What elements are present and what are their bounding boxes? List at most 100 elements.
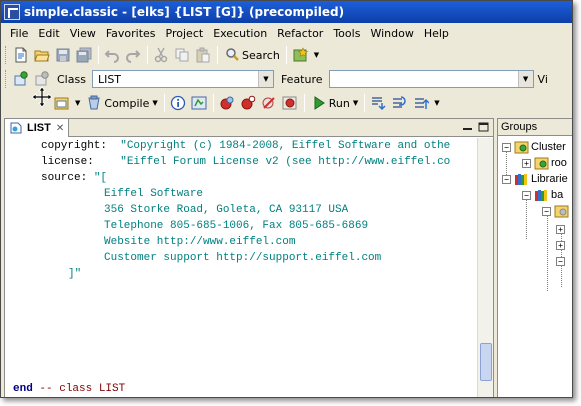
window-title: simple.classic - [elks] {LIST [G]} (prec… — [24, 5, 345, 19]
chevron-down-icon: ▼ — [313, 51, 320, 59]
step-into-button[interactable] — [368, 93, 388, 113]
menu-tools[interactable]: Tools — [328, 27, 365, 40]
chevron-down-icon[interactable]: ▼ — [517, 71, 533, 87]
run-label: Run — [328, 96, 350, 110]
cut-button[interactable] — [151, 45, 171, 65]
menu-refactor[interactable]: Refactor — [272, 27, 328, 40]
clear-breakpoints-button[interactable] — [259, 93, 279, 113]
code-line-source-text: 356 Storke Road, Goleta, CA 93117 USA — [104, 204, 349, 216]
class-combo-value[interactable]: LIST — [93, 73, 258, 86]
chevron-down-icon: ▼ — [152, 99, 158, 107]
cluster-view-button[interactable]: ▼ — [51, 95, 83, 111]
groups-tree[interactable]: − Cluster + roo − Librarie − ba − + + − — [498, 137, 572, 397]
info-button[interactable] — [168, 93, 188, 113]
step-into-icon — [372, 97, 386, 111]
run-button[interactable]: Run ▼ — [308, 95, 361, 111]
menu-file[interactable]: File — [5, 27, 33, 40]
feature-label: Feature — [280, 72, 323, 86]
step-out-button[interactable]: ▼ — [410, 95, 442, 111]
scrollbar-thumb[interactable] — [480, 343, 492, 381]
end-keyword: end — [13, 383, 33, 395]
tree-item-root[interactable]: + roo — [522, 155, 567, 171]
step-over-button[interactable] — [389, 93, 409, 113]
collapse-icon[interactable]: − — [502, 142, 511, 152]
redo-icon — [126, 50, 141, 63]
menu-project[interactable]: Project — [161, 27, 209, 40]
favorites-button[interactable]: ▼ — [290, 47, 322, 63]
code-line-source-end: ]" — [68, 268, 82, 280]
code-line-source: source: "[ — [41, 172, 107, 184]
title-bar[interactable]: simple.classic - [elks] {LIST [G]} (prec… — [1, 1, 572, 23]
cut-icon — [154, 47, 168, 63]
tree-item-subcluster[interactable]: + — [556, 237, 568, 253]
tree-item-subcluster[interactable]: − — [542, 203, 571, 219]
enable-breakpoint-button[interactable] — [238, 93, 258, 113]
collapse-icon[interactable]: − — [542, 206, 551, 216]
menu-window[interactable]: Window — [365, 27, 418, 40]
copy-button[interactable] — [172, 45, 192, 65]
stop-button[interactable] — [280, 93, 300, 113]
expand-icon[interactable]: + — [556, 224, 565, 234]
maximize-icon[interactable] — [478, 122, 489, 132]
new-file-button[interactable] — [11, 45, 31, 65]
menu-view[interactable]: View — [65, 27, 101, 40]
tree-item-subcluster[interactable]: + — [556, 221, 568, 237]
class-target-icon — [14, 71, 28, 86]
minimize-icon[interactable] — [462, 122, 473, 132]
note-key: source: — [41, 172, 88, 184]
cluster-folder-icon — [514, 141, 529, 154]
tree-item-base[interactable]: − ba — [522, 187, 563, 203]
toolbar-separator — [98, 46, 99, 64]
code-line-source-text: Website http://www.eiffel.com — [104, 236, 296, 248]
tree-item-label: ba — [551, 189, 564, 201]
close-icon[interactable]: ✕ — [56, 123, 64, 134]
toolbar-separator — [303, 94, 305, 112]
tree-item-libraries[interactable]: − Librarie — [502, 171, 568, 187]
toolbar-grip[interactable] — [5, 70, 8, 88]
class-combo[interactable]: LIST ▼ — [91, 70, 274, 88]
class-label: Class — [57, 72, 86, 86]
expand-icon[interactable]: + — [522, 158, 531, 168]
toolbar-grip[interactable] — [5, 46, 8, 64]
new-tab-button[interactable] — [11, 69, 31, 89]
toolbar-separator — [364, 94, 366, 112]
menu-help[interactable]: Help — [419, 27, 454, 40]
editor-tab-list[interactable]: LIST ✕ — [5, 119, 69, 137]
move-cursor-icon — [31, 86, 53, 108]
compile-label: Compile — [104, 96, 150, 110]
feature-combo[interactable]: ▼ — [328, 70, 534, 88]
paste-button[interactable] — [193, 45, 213, 65]
tree-item-clusters[interactable]: − Cluster — [502, 139, 566, 155]
open-button[interactable] — [32, 45, 52, 65]
collapse-icon[interactable]: − — [502, 174, 511, 184]
note-value: "Copyright (c) 1984-2008, Eiffel Softwar… — [120, 140, 451, 152]
chevron-down-icon[interactable]: ▼ — [257, 71, 273, 87]
collapse-icon[interactable]: − — [522, 190, 531, 200]
redo-button[interactable] — [123, 45, 143, 65]
tree-item-subcluster[interactable]: − — [556, 253, 568, 269]
tree-item-label: roo — [551, 157, 567, 169]
code-line-license: license: "Eiffel Forum License v2 (see h… — [41, 156, 450, 168]
info-icon — [170, 95, 185, 111]
save-all-button[interactable] — [74, 45, 94, 65]
menu-execution[interactable]: Execution — [208, 27, 272, 40]
menu-favorites[interactable]: Favorites — [101, 27, 161, 40]
collapse-icon[interactable]: − — [556, 256, 565, 266]
favorites-icon — [293, 47, 308, 62]
menu-edit[interactable]: Edit — [33, 27, 64, 40]
system-info-button[interactable] — [189, 93, 209, 113]
groups-header: Groups — [498, 119, 572, 136]
code-editor[interactable]: copyright: "Copyright (c) 1984-2008, Eif… — [5, 138, 478, 397]
undo-button[interactable] — [102, 45, 122, 65]
editor-vertical-scrollbar[interactable] — [477, 138, 493, 397]
save-button[interactable] — [53, 45, 73, 65]
search-button[interactable]: Search — [221, 47, 283, 63]
ide-window: simple.classic - [elks] {LIST [G]} (prec… — [0, 0, 573, 398]
menu-bar: File Edit View Favorites Project Executi… — [1, 23, 572, 43]
app-icon[interactable] — [4, 4, 20, 20]
tree-item-label: Cluster — [531, 141, 566, 153]
expand-icon[interactable]: + — [556, 240, 565, 250]
chevron-down-icon: ▼ — [434, 99, 440, 107]
compile-button[interactable]: Compile ▼ — [83, 95, 160, 111]
set-breakpoint-button[interactable] — [217, 93, 237, 113]
